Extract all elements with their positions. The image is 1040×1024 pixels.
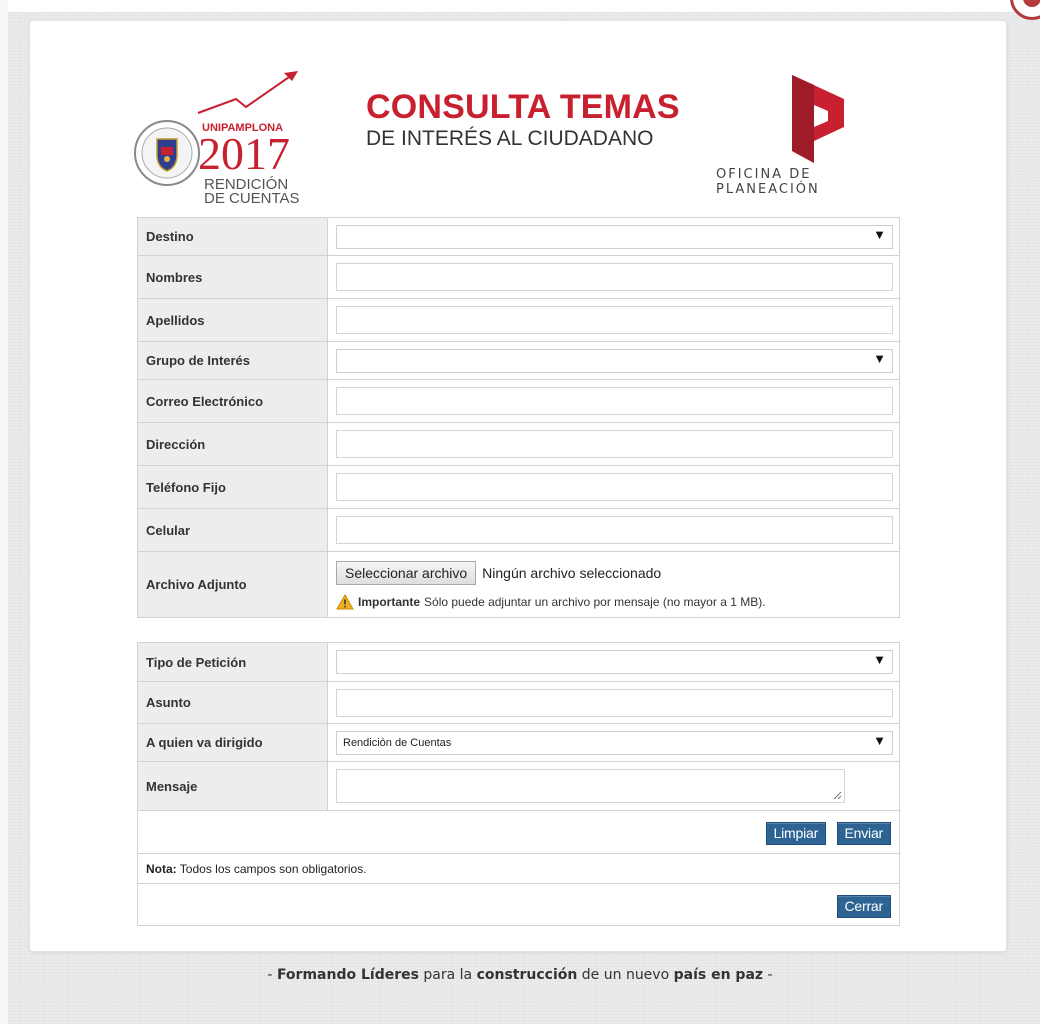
corner-seal-icon [1010,0,1040,20]
unipamplona-logo: UNIPAMPLONA 2017 RENDICIÓN DE CUENTAS [134,71,300,207]
destino-cell: ▼ [327,217,900,256]
telefono-label: Teléfono Fijo [137,465,328,509]
planeacion-logo: OFICINA DE PLANEACIÓN [716,71,906,197]
footer-part: - [267,967,277,983]
archivo-label: Archivo Adjunto [137,551,328,618]
header: UNIPAMPLONA 2017 RENDICIÓN DE CUENTAS CO… [30,21,1006,211]
top-strip [0,0,1040,12]
nombres-cell [327,255,900,299]
actions-cell: Limpiar Enviar [137,810,900,854]
footer-bold: Formando Líderes [276,967,419,983]
telefono-cell [327,465,900,509]
page-subtitle: DE INTERÉS AL CIUDADANO [366,127,654,150]
row-tipo: Tipo de Petición ▼ [137,642,900,682]
footer-bold: construcción [476,967,578,983]
dirigido-select[interactable]: Rendición de Cuentas ▼ [336,730,893,755]
direccion-label: Dirección [137,422,328,466]
apellidos-cell [327,298,900,342]
cerrar-cell: Cerrar [137,883,900,926]
chevron-down-icon: ▼ [873,350,886,366]
grupo-label: Grupo de Interés [137,341,328,380]
dirigido-cell: Rendición de Cuentas ▼ [327,723,900,762]
mensaje-cell [327,761,900,811]
planeacion-label: OFICINA DE PLANEACIÓN [716,167,820,197]
row-nombres: Nombres [137,255,900,299]
row-mensaje: Mensaje [137,761,900,811]
page-title-block: CONSULTA TEMAS DE INTERÉS AL CIUDADANO [366,89,680,151]
file-picker: Seleccionar archivo Ningún archivo selec… [336,560,893,586]
archivo-cell: Seleccionar archivo Ningún archivo selec… [327,551,900,618]
row-actions: Limpiar Enviar [137,810,900,854]
row-nota: Nota: Todos los campos son obligatorios. [137,853,900,884]
warning-icon [336,593,354,609]
direccion-cell [327,422,900,466]
row-telefono: Teléfono Fijo [137,465,900,509]
resize-handle-icon[interactable] [832,790,842,800]
footer-part: - [763,967,773,983]
chevron-down-icon: ▼ [873,226,886,242]
personal-data-table: Destino ▼ Nombres Apellidos Grupo de Int… [137,217,900,618]
telefono-input[interactable] [336,473,893,501]
mensaje-label: Mensaje [137,761,328,811]
celular-input[interactable] [336,516,893,544]
logo-year: 2017 [198,128,290,179]
planeacion-mark-icon [792,75,844,163]
apellidos-input[interactable] [336,306,893,334]
cerrar-button[interactable]: Cerrar [836,894,891,918]
file-status: Ningún archivo seleccionado [482,564,662,581]
row-apellidos: Apellidos [137,298,900,342]
apellidos-label: Apellidos [137,298,328,342]
destino-select[interactable]: ▼ [336,224,893,249]
chevron-down-icon: ▼ [873,732,886,748]
celular-cell [327,508,900,552]
footer-part: para la [418,967,477,983]
page-title: CONSULTA TEMAS [366,88,680,126]
asunto-label: Asunto [137,681,328,724]
destino-label: Destino [137,217,328,256]
nota-cell: Nota: Todos los campos son obligatorios. [137,853,900,884]
enviar-button[interactable]: Enviar [836,822,891,845]
row-direccion: Dirección [137,422,900,466]
celular-label: Celular [137,508,328,552]
chevron-down-icon: ▼ [873,652,886,667]
row-dirigido: A quien va dirigido Rendición de Cuentas… [137,723,900,762]
asunto-input[interactable] [336,688,893,717]
tipo-select[interactable]: ▼ [336,650,893,674]
row-asunto: Asunto [137,681,900,724]
footer-slogan: - Formando Líderes para la construcción … [0,967,1040,983]
nota-text: Todos los campos son obligatorios. [179,861,367,876]
select-file-button[interactable]: Seleccionar archivo [336,560,477,585]
footer-part: de un nuevo [577,967,674,983]
correo-label: Correo Electrónico [137,379,328,423]
asunto-cell [327,681,900,724]
mensaje-textarea[interactable] [336,769,845,803]
tipo-label: Tipo de Petición [137,642,328,682]
form-card: UNIPAMPLONA 2017 RENDICIÓN DE CUENTAS CO… [29,20,1007,952]
row-cerrar: Cerrar [137,883,900,926]
nota-strong: Nota: [146,861,177,876]
left-strip [0,0,8,1024]
nombres-input[interactable] [336,263,893,291]
attachment-note: Importante Sólo puede adjuntar un archiv… [336,593,893,610]
row-destino: Destino ▼ [137,217,900,256]
grupo-cell: ▼ [327,341,900,380]
tipo-cell: ▼ [327,642,900,682]
row-celular: Celular [137,508,900,552]
direccion-input[interactable] [336,430,893,458]
footer-bold: país en paz [673,967,764,983]
nombres-label: Nombres [137,255,328,299]
attachment-note-strong: Importante [358,594,421,609]
logo-line2: DE CUENTAS [204,190,300,207]
row-archivo: Archivo Adjunto Seleccionar archivo Ning… [137,551,900,618]
row-grupo: Grupo de Interés ▼ [137,341,900,380]
limpiar-button[interactable]: Limpiar [765,822,827,845]
request-table: Tipo de Petición ▼ Asunto A quien va dir… [137,642,900,926]
grupo-select[interactable]: ▼ [336,348,893,373]
correo-cell [327,379,900,423]
dirigido-label: A quien va dirigido [137,723,328,762]
dirigido-value: Rendición de Cuentas [343,736,452,749]
attachment-note-text: Sólo puede adjuntar un archivo por mensa… [424,594,766,609]
correo-input[interactable] [336,387,893,415]
row-correo: Correo Electrónico [137,379,900,423]
